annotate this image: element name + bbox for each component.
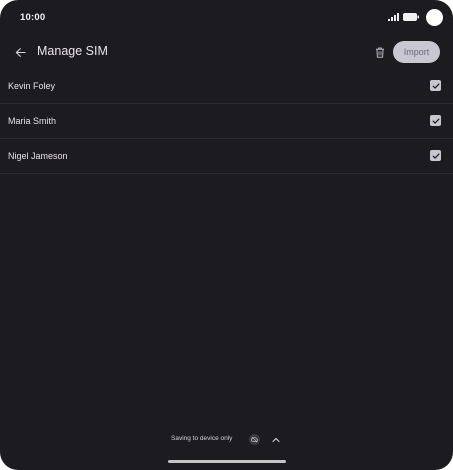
storage-status-bar: Saving to device only — [0, 431, 453, 449]
status-time: 10:00 — [20, 12, 46, 23]
page-title: Manage SIM — [37, 44, 108, 58]
status-bar: 10:00 — [0, 0, 453, 34]
storage-status-text: Saving to device only — [171, 435, 233, 442]
arrow-left-icon — [15, 47, 26, 57]
expand-button[interactable] — [270, 434, 281, 445]
contact-checkbox[interactable] — [430, 80, 441, 91]
chevron-up-icon — [271, 437, 280, 442]
contact-name: Nigel Jameson — [8, 151, 68, 161]
cloud-off-glyph — [251, 436, 258, 443]
contact-row[interactable]: Nigel Jameson — [0, 139, 453, 174]
status-icons — [388, 8, 443, 26]
check-icon — [432, 83, 439, 89]
contact-list: Kevin Foley Maria Smith Nigel Jameson — [0, 69, 453, 174]
contact-row[interactable]: Maria Smith — [0, 104, 453, 139]
back-button[interactable] — [10, 42, 30, 62]
contact-checkbox[interactable] — [430, 115, 441, 126]
contact-checkbox[interactable] — [430, 150, 441, 161]
battery-icon — [403, 13, 419, 21]
camera-cutout — [426, 8, 443, 26]
delete-button[interactable] — [371, 42, 389, 62]
cloud-off-icon — [249, 434, 260, 445]
contact-row[interactable]: Kevin Foley — [0, 69, 453, 104]
import-button[interactable]: Import — [393, 41, 440, 63]
device-screen: 10:00 Manage SIM Import Kevin Foley Mari… — [0, 0, 453, 470]
home-indicator[interactable] — [168, 460, 286, 463]
check-icon — [432, 153, 439, 159]
contact-name: Maria Smith — [8, 116, 57, 126]
contact-name: Kevin Foley — [8, 81, 56, 91]
check-icon — [432, 118, 439, 124]
signal-icon — [388, 13, 399, 21]
top-app-bar: Manage SIM Import — [0, 34, 453, 70]
trash-icon — [376, 47, 384, 58]
